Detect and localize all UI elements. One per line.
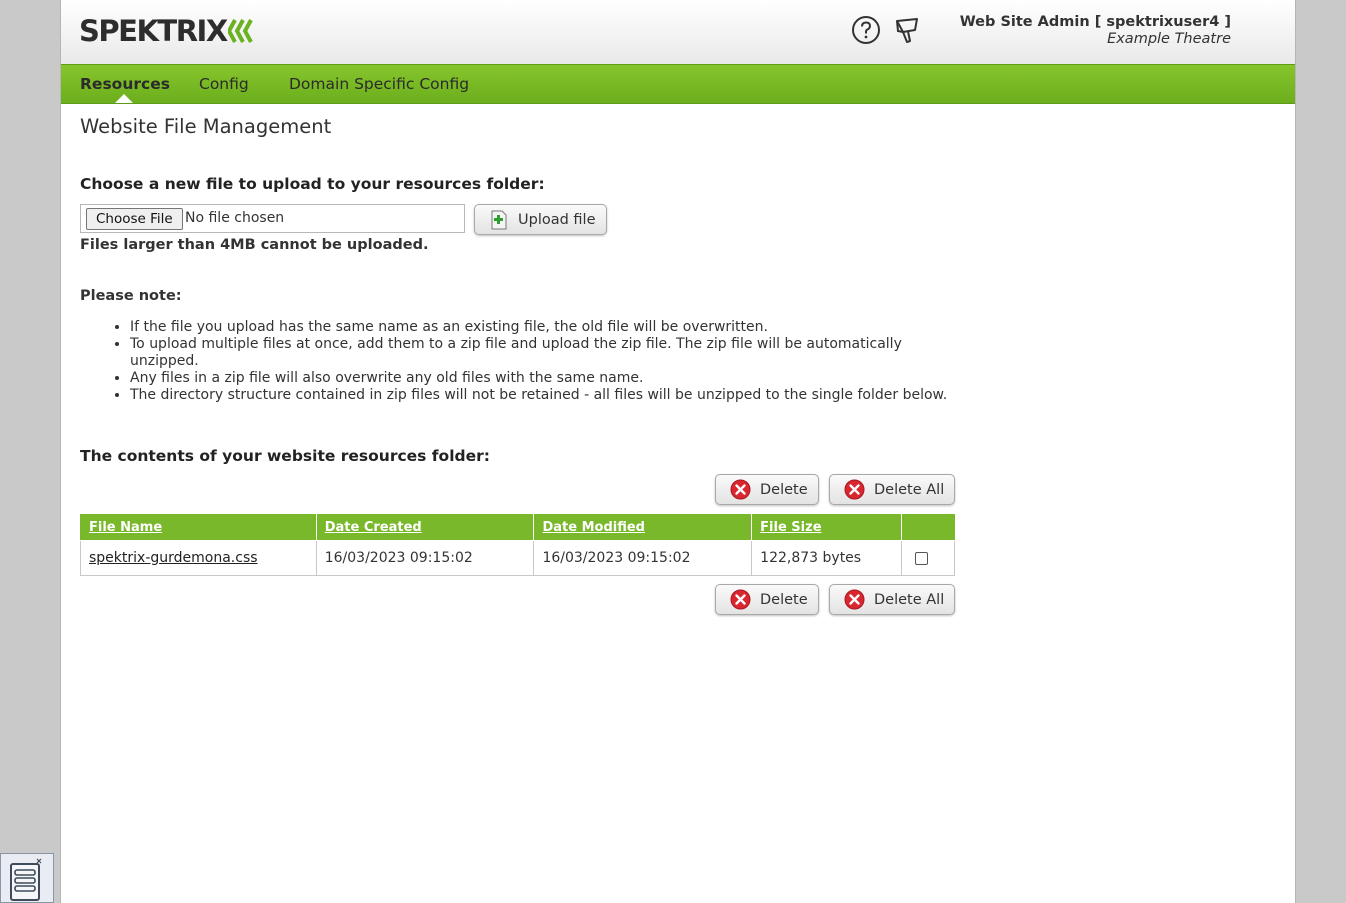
active-nav-caret	[115, 94, 133, 103]
header: SPEKTRIX Web Site Admin [ spektrixuser4 …	[61, 0, 1295, 64]
choose-file-button[interactable]: Choose File	[86, 208, 183, 230]
cell-date-created: 16/03/2023 09:15:02	[315, 540, 535, 576]
delete-all-button-bottom[interactable]: Delete All	[829, 584, 955, 615]
table-row: spektrix-gurdemona.css 16/03/2023 09:15:…	[80, 540, 955, 576]
logo-chevrons-icon	[227, 19, 253, 43]
note-item: If the file you upload has the same name…	[130, 319, 960, 336]
upload-file-label: Upload file	[518, 211, 596, 228]
file-status-text: No file chosen	[185, 210, 285, 226]
delete-label: Delete	[760, 591, 808, 608]
delete-all-label: Delete All	[874, 591, 945, 608]
cell-file-name: spektrix-gurdemona.css	[80, 540, 317, 576]
upload-heading: Choose a new file to upload to your reso…	[80, 175, 545, 193]
nav-item-config[interactable]: Config	[199, 65, 249, 103]
logo-text: SPEKTRIX	[79, 14, 228, 48]
notes-list: If the file you upload has the same name…	[130, 319, 960, 404]
sort-link-file-name[interactable]: File Name	[89, 520, 162, 535]
nav-item-domain-specific-config[interactable]: Domain Specific Config	[289, 65, 469, 103]
organization-name: Example Theatre	[1107, 31, 1231, 47]
panel-toggle-widget[interactable]	[0, 853, 54, 903]
delete-label: Delete	[760, 481, 808, 498]
cell-date-modified: 16/03/2023 09:15:02	[533, 540, 753, 576]
delete-button-bottom[interactable]: Delete	[715, 584, 819, 615]
sort-link-file-size[interactable]: File Size	[760, 520, 821, 535]
spektrix-logo[interactable]: SPEKTRIX	[79, 14, 258, 48]
sort-link-date-created[interactable]: Date Created	[325, 520, 422, 535]
sort-link-date-modified[interactable]: Date Modified	[542, 520, 645, 535]
delete-icon	[730, 589, 751, 610]
column-header-select	[901, 514, 955, 541]
file-link[interactable]: spektrix-gurdemona.css	[89, 550, 258, 566]
main-nav: Resources Config Domain Specific Config	[61, 64, 1295, 104]
user-info: Web Site Admin [ spektrixuser4 ] Example…	[960, 14, 1231, 48]
size-limit-note: Files larger than 4MB cannot be uploaded…	[80, 237, 429, 253]
user-name: Web Site Admin [ spektrixuser4 ]	[959, 14, 1231, 30]
note-item: Any files in a zip file will also overwr…	[130, 370, 960, 387]
page-title: Website File Management	[80, 115, 332, 138]
cell-file-size: 122,873 bytes	[751, 540, 902, 576]
cell-select	[901, 540, 955, 576]
please-note-heading: Please note:	[80, 288, 182, 304]
add-file-icon	[491, 210, 507, 229]
upload-file-button[interactable]: Upload file	[474, 204, 607, 235]
file-input[interactable]: Choose File No file chosen	[80, 204, 465, 233]
contents-heading: The contents of your website resources f…	[80, 447, 490, 465]
list-panel-icon	[10, 858, 42, 901]
help-icon[interactable]	[851, 15, 881, 45]
delete-all-button[interactable]: Delete All	[829, 474, 955, 505]
megaphone-icon[interactable]	[893, 15, 923, 45]
delete-icon	[844, 479, 865, 500]
note-item: To upload multiple files at once, add th…	[130, 336, 960, 370]
column-header-date-created[interactable]: Date Created	[315, 514, 535, 541]
delete-icon	[730, 479, 751, 500]
delete-all-label: Delete All	[874, 481, 945, 498]
delete-icon	[844, 589, 865, 610]
delete-button[interactable]: Delete	[715, 474, 819, 505]
page: SPEKTRIX Web Site Admin [ spektrixuser4 …	[60, 0, 1296, 903]
column-header-date-modified[interactable]: Date Modified	[533, 514, 753, 541]
row-checkbox[interactable]	[915, 551, 928, 565]
column-header-file-size[interactable]: File Size	[751, 514, 902, 541]
files-table: File Name Date Created Date Modified Fil…	[80, 514, 955, 576]
note-item: The directory structure contained in zip…	[130, 387, 960, 404]
column-header-file-name[interactable]: File Name	[80, 514, 317, 541]
table-header-row: File Name Date Created Date Modified Fil…	[80, 514, 955, 541]
